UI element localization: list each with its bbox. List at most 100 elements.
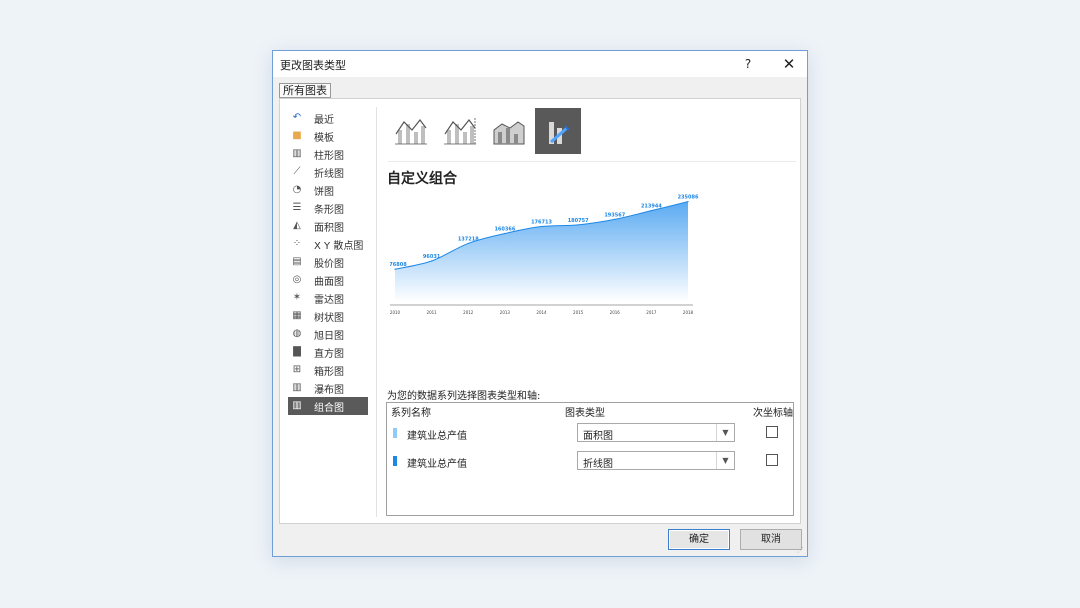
help-button[interactable]: ? xyxy=(739,55,757,73)
stacked-area-clustered-column-icon[interactable] xyxy=(486,108,532,154)
clustered-column-line-secondary-axis-icon[interactable] xyxy=(437,108,483,154)
data-point xyxy=(577,224,579,226)
sidebar-item[interactable]: ⁘ X Y 散点图 xyxy=(288,235,368,253)
line-chart-icon: ⟋ xyxy=(293,166,301,177)
series-name: 建筑业总产值 xyxy=(407,459,467,470)
secondary-axis-checkbox[interactable] xyxy=(766,454,778,466)
close-button[interactable]: ✕ xyxy=(778,54,800,74)
sidebar-item[interactable]: ◔ 饼图 xyxy=(288,181,368,199)
stock-chart-icon: ▤ xyxy=(292,256,302,267)
data-point xyxy=(431,260,433,262)
sidebar-item[interactable]: ▥ 柱形图 xyxy=(288,145,368,163)
radar-chart-icon: ✶ xyxy=(292,292,302,303)
data-point xyxy=(467,242,469,245)
sidebar-item-label: 瀑布图 xyxy=(314,385,344,396)
sidebar-item-label: 最近 xyxy=(314,115,334,126)
area-series xyxy=(395,201,688,302)
header-chart-type: 图表类型 xyxy=(565,408,605,419)
data-label: 235086 xyxy=(678,195,699,201)
x-tick-label: 2014 xyxy=(536,310,547,315)
sidebar-item-label: 模板 xyxy=(314,133,334,144)
chevron-down-icon[interactable]: ▼ xyxy=(716,424,734,441)
secondary-axis-checkbox[interactable] xyxy=(766,426,778,438)
chevron-down-icon[interactable]: ▼ xyxy=(716,452,734,469)
sidebar-item-label: 折线图 xyxy=(314,169,344,180)
sidebar-item[interactable]: ▥ 瀑布图 xyxy=(288,379,368,397)
sidebar-item[interactable]: ▇ 直方图 xyxy=(288,343,368,361)
x-tick-label: 2016 xyxy=(610,310,621,315)
cancel-button[interactable]: 取消 xyxy=(740,529,802,550)
sidebar-item[interactable]: ◎ 曲面图 xyxy=(288,271,368,289)
data-point xyxy=(614,218,616,220)
series-row: 建筑业总产值 面积图 ▼ xyxy=(387,423,793,447)
series-grid: 系列名称 图表类型 次坐标轴 建筑业总产值 面积图 ▼ 建筑业总产值 折线图 ▼ xyxy=(386,402,794,516)
combo-chart-preview: 76808 2010 96031 2011 137218 2012 160366 2013 17… xyxy=(390,195,699,315)
waterfall-chart-icon: ▥ xyxy=(292,382,302,393)
chart-type-select[interactable]: 折线图 ▼ xyxy=(577,451,735,470)
combo-title: 自定义组合 xyxy=(387,171,457,187)
series-instruction: 为您的数据系列选择图表类型和轴: xyxy=(387,391,541,402)
ok-button[interactable]: 确定 xyxy=(668,529,730,550)
data-label: 176713 xyxy=(531,220,552,226)
chart-type-select[interactable]: 面积图 ▼ xyxy=(577,423,735,442)
data-label: 160366 xyxy=(494,227,515,233)
sidebar-item-label: 树状图 xyxy=(314,313,344,324)
data-label: 180757 xyxy=(568,218,589,224)
x-tick-label: 2018 xyxy=(683,310,694,315)
sidebar-item[interactable]: ▦ 树状图 xyxy=(288,307,368,325)
series-row: 建筑业总产值 折线图 ▼ xyxy=(387,451,793,475)
sidebar-item-label: X Y 散点图 xyxy=(314,241,364,252)
divider xyxy=(376,107,377,517)
series-name: 建筑业总产值 xyxy=(407,431,467,442)
custom-combination-icon[interactable] xyxy=(535,108,581,154)
sidebar-item[interactable]: ▤ 股价图 xyxy=(288,253,368,271)
resize-grip-icon[interactable]: ⋰ xyxy=(797,546,805,554)
sunburst-chart-icon: ◍ xyxy=(292,328,302,339)
data-label: 137218 xyxy=(458,236,479,242)
chart-type-value: 折线图 xyxy=(583,459,613,470)
data-point xyxy=(504,232,506,235)
x-tick-label: 2011 xyxy=(427,310,438,315)
treemap-chart-icon: ▦ xyxy=(292,310,302,321)
scatter-chart-icon: ⁘ xyxy=(292,238,302,249)
x-tick-label: 2017 xyxy=(646,310,657,315)
chart-type-value: 面积图 xyxy=(583,431,613,442)
data-point xyxy=(540,225,543,228)
change-chart-type-dialog: 更改图表类型 ? ✕ 所有图表 ↶ 最近 ■ 模板 ▥ 柱形图 ⟋ 折线图 ◔ 饼图 ☰ 条形图 ◭ 面积… xyxy=(272,50,808,557)
sidebar-item-label: 饼图 xyxy=(314,187,334,198)
sidebar-item[interactable]: ◭ 面积图 xyxy=(288,217,368,235)
data-label: 193567 xyxy=(604,212,625,218)
folder-icon: ■ xyxy=(292,130,302,141)
sidebar-item[interactable]: ↶ 最近 xyxy=(288,109,368,127)
series-color-swatch xyxy=(393,428,397,438)
tab-all-charts[interactable]: 所有图表 xyxy=(279,83,331,98)
sidebar-item-label: 直方图 xyxy=(314,349,344,360)
data-label: 96031 xyxy=(423,254,441,260)
clustered-column-line-icon[interactable] xyxy=(388,108,434,154)
sidebar-item[interactable]: ⊞ 箱形图 xyxy=(288,361,368,379)
header-series-name: 系列名称 xyxy=(391,408,431,419)
boxplot-chart-icon: ⊞ xyxy=(292,364,302,375)
sidebar-item-label: 面积图 xyxy=(314,223,344,234)
data-label: 213944 xyxy=(641,204,662,210)
sidebar-item[interactable]: ▥ 组合图 xyxy=(288,397,368,415)
column-chart-icon: ▥ xyxy=(292,148,302,159)
header-secondary-axis: 次坐标轴 xyxy=(753,408,793,419)
x-tick-label: 2013 xyxy=(500,310,511,315)
sidebar-item-label: 曲面图 xyxy=(314,277,344,288)
combo-chart-icon: ▥ xyxy=(292,400,302,411)
data-label: 76808 xyxy=(390,262,407,268)
sidebar-item-label: 组合图 xyxy=(314,403,344,414)
sidebar-item[interactable]: ■ 模板 xyxy=(288,127,368,145)
data-point xyxy=(687,201,689,203)
sidebar-item[interactable]: ✶ 雷达图 xyxy=(288,289,368,307)
sidebar-item[interactable]: ☰ 条形图 xyxy=(288,199,368,217)
dialog-titlebar: 更改图表类型 ? ✕ xyxy=(273,51,807,77)
surface-chart-icon: ◎ xyxy=(292,274,302,285)
sidebar-item[interactable]: ◍ 旭日图 xyxy=(288,325,368,343)
dialog-title: 更改图表类型 xyxy=(280,59,346,72)
data-point xyxy=(650,210,652,212)
series-color-swatch xyxy=(393,456,397,466)
sidebar-item[interactable]: ⟋ 折线图 xyxy=(288,163,368,181)
sidebar-item-label: 股价图 xyxy=(314,259,344,270)
